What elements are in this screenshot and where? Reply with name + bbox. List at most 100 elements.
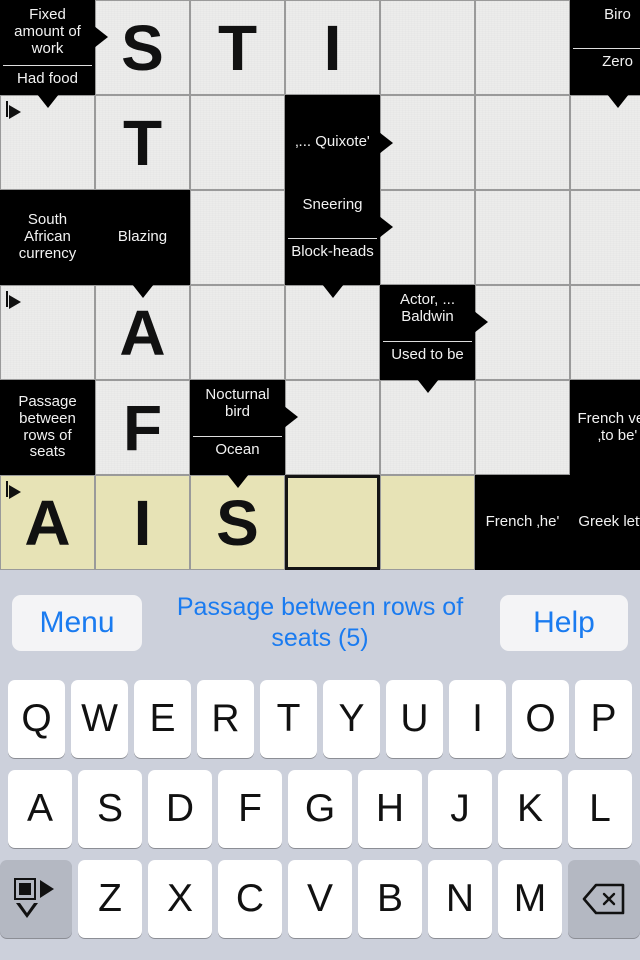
letter-cell[interactable]: I bbox=[285, 0, 380, 95]
clue-cell: South African currency bbox=[0, 190, 95, 285]
letter-cell[interactable] bbox=[570, 285, 640, 380]
key-i[interactable]: I bbox=[449, 680, 506, 758]
cell-face bbox=[475, 380, 570, 475]
letter-cell[interactable]: S bbox=[95, 0, 190, 95]
letter-cell[interactable]: A bbox=[0, 475, 95, 570]
key-r[interactable]: R bbox=[197, 680, 254, 758]
key-n[interactable]: N bbox=[428, 860, 492, 938]
key-u[interactable]: U bbox=[386, 680, 443, 758]
key-k[interactable]: K bbox=[498, 770, 562, 848]
letter-cell[interactable]: F bbox=[95, 380, 190, 475]
key-f[interactable]: F bbox=[218, 770, 282, 848]
cell-face bbox=[0, 95, 95, 190]
clue-text: Ocean bbox=[215, 441, 260, 459]
clue-cell: Biro Zero bbox=[570, 0, 640, 108]
clue-text: Block-heads bbox=[291, 243, 374, 260]
cell-face: ‚... Quixote' bbox=[285, 95, 380, 190]
cell-face: Blazing bbox=[95, 190, 190, 285]
letter-cell[interactable] bbox=[0, 95, 95, 190]
on-screen-keyboard[interactable]: QWERTYUIOP ASDFGHJKL ZXCVBNM bbox=[0, 675, 640, 960]
key-b[interactable]: B bbox=[358, 860, 422, 938]
cell-face bbox=[380, 95, 475, 190]
key-x[interactable]: X bbox=[148, 860, 212, 938]
key-w[interactable]: W bbox=[71, 680, 128, 758]
menu-button[interactable]: Menu bbox=[12, 594, 142, 651]
help-button[interactable]: Help bbox=[500, 594, 628, 651]
key-v[interactable]: V bbox=[288, 860, 352, 938]
letter-cell[interactable] bbox=[380, 380, 475, 475]
cell-face bbox=[285, 475, 380, 570]
cell-letter: I bbox=[133, 486, 152, 559]
direction-toggle-key[interactable] bbox=[0, 860, 72, 938]
clue-arrow-down-icon bbox=[37, 94, 59, 108]
cell-face: Greek letter bbox=[570, 475, 640, 570]
cell-face bbox=[0, 285, 95, 380]
clue-cell: Fixed amount of work Had food bbox=[0, 0, 108, 108]
cell-face: I bbox=[95, 475, 190, 570]
letter-cell[interactable] bbox=[285, 285, 380, 380]
letter-cell[interactable]: T bbox=[95, 95, 190, 190]
clue-cell: Nocturnal bird Ocean bbox=[190, 380, 298, 488]
letter-cell[interactable] bbox=[475, 190, 570, 285]
letter-cell[interactable] bbox=[380, 95, 475, 190]
letter-cell[interactable] bbox=[285, 380, 380, 475]
letter-cell[interactable] bbox=[380, 190, 475, 285]
letter-cell[interactable] bbox=[190, 285, 285, 380]
crossword-grid[interactable]: Fixed amount of work Had food S T I Biro Zero T… bbox=[0, 0, 640, 570]
clue-cell: Actor, ... Baldwin Used to be bbox=[380, 285, 488, 393]
clue-cell: Greek letter bbox=[570, 475, 640, 570]
key-o[interactable]: O bbox=[512, 680, 569, 758]
letter-cell[interactable] bbox=[570, 190, 640, 285]
key-s[interactable]: S bbox=[78, 770, 142, 848]
key-m[interactable]: M bbox=[498, 860, 562, 938]
clue-arrow-down-icon bbox=[607, 94, 629, 108]
cell-face bbox=[285, 285, 380, 380]
letter-cell[interactable]: T bbox=[190, 0, 285, 95]
letter-cell[interactable] bbox=[0, 285, 95, 380]
cell-face: I bbox=[285, 0, 380, 95]
key-q[interactable]: Q bbox=[8, 680, 65, 758]
cell-face bbox=[380, 475, 475, 570]
key-t[interactable]: T bbox=[260, 680, 317, 758]
letter-cell[interactable] bbox=[570, 95, 640, 190]
key-h[interactable]: H bbox=[358, 770, 422, 848]
cell-letter: T bbox=[122, 106, 163, 179]
clue-text: ‚... Quixote' bbox=[295, 133, 370, 151]
key-z[interactable]: Z bbox=[78, 860, 142, 938]
key-p[interactable]: P bbox=[575, 680, 632, 758]
clue-text: Greek letter bbox=[578, 513, 640, 531]
key-a[interactable]: A bbox=[8, 770, 72, 848]
letter-cell[interactable] bbox=[285, 475, 380, 570]
letter-cell[interactable] bbox=[475, 380, 570, 475]
word-start-arrow-icon bbox=[6, 291, 28, 313]
cell-face: T bbox=[95, 95, 190, 190]
letter-cell[interactable] bbox=[475, 285, 570, 380]
key-g[interactable]: G bbox=[288, 770, 352, 848]
clue-text: French verb ‚to be' bbox=[577, 409, 640, 444]
letter-cell[interactable] bbox=[475, 0, 570, 95]
letter-cell[interactable]: A bbox=[95, 285, 190, 380]
cell-face: Passage between rows of seats bbox=[0, 380, 95, 475]
key-d[interactable]: D bbox=[148, 770, 212, 848]
cell-face bbox=[190, 95, 285, 190]
cell-face: F bbox=[95, 380, 190, 475]
clue-text: Sneering bbox=[302, 196, 363, 213]
key-e[interactable]: E bbox=[134, 680, 191, 758]
letter-cell[interactable] bbox=[380, 0, 475, 95]
cell-face: Biro Zero bbox=[570, 0, 640, 95]
backspace-key[interactable] bbox=[568, 860, 640, 938]
key-l[interactable]: L bbox=[568, 770, 632, 848]
key-y[interactable]: Y bbox=[323, 680, 380, 758]
clue-text: Zero bbox=[602, 53, 633, 70]
cell-letter: I bbox=[323, 11, 342, 84]
cell-face: A bbox=[0, 475, 95, 570]
key-c[interactable]: C bbox=[218, 860, 282, 938]
letter-cell[interactable] bbox=[475, 95, 570, 190]
key-j[interactable]: J bbox=[428, 770, 492, 848]
letter-cell[interactable] bbox=[190, 95, 285, 190]
clue-cell: Blazing bbox=[95, 190, 190, 298]
letter-cell[interactable]: S bbox=[190, 475, 285, 570]
letter-cell[interactable] bbox=[380, 475, 475, 570]
letter-cell[interactable] bbox=[190, 190, 285, 285]
letter-cell[interactable]: I bbox=[95, 475, 190, 570]
